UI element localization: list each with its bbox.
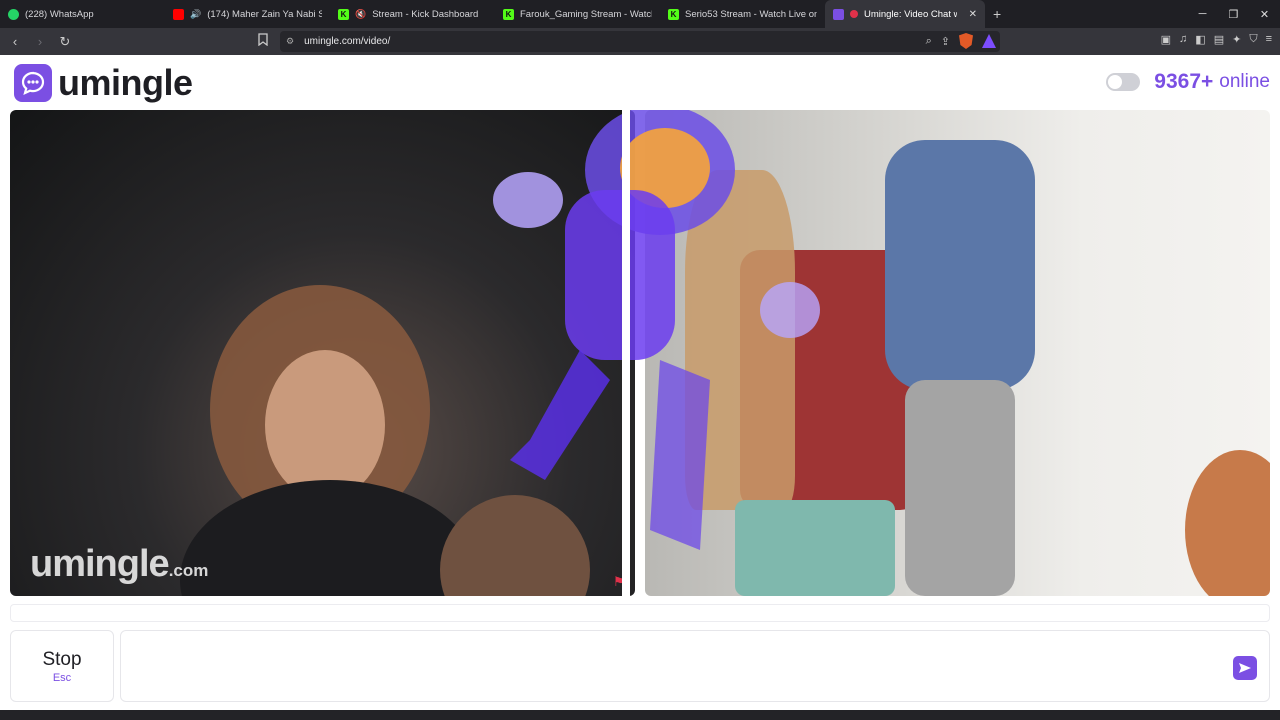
tab-umingle[interactable]: Umingle: Video Chat with Str ✕	[825, 0, 985, 28]
address-bar-actions: ⌕ ⇪	[926, 33, 996, 49]
tab-kick-dashboard[interactable]: K 🔇 Stream - Kick Dashboard	[330, 0, 495, 28]
person-face	[265, 350, 385, 500]
chat-message-input[interactable]	[120, 630, 1270, 702]
vpn-icon[interactable]: ⛉	[1249, 33, 1257, 46]
chair-shape	[1185, 450, 1270, 596]
url-text: umingle.com/video/	[304, 36, 391, 47]
tab-title: Umingle: Video Chat with Str	[864, 8, 957, 20]
site-header: umingle 9367+ online	[0, 55, 1280, 109]
address-bar[interactable]: ⚙ umingle.com/video/ ⌕ ⇪	[280, 31, 1000, 52]
person-body	[180, 480, 480, 596]
person-legs	[905, 380, 1015, 596]
close-window-icon[interactable]: ✕	[1249, 0, 1280, 28]
stop-label: Stop	[42, 648, 82, 670]
stranger-video: umingle.com ⚑	[10, 110, 635, 596]
site-info-icon[interactable]: ⚙	[286, 36, 294, 47]
brave-shield-icon[interactable]	[959, 33, 973, 49]
send-icon	[1239, 663, 1251, 673]
tab-search-icon[interactable]: ▣	[1161, 33, 1171, 46]
media-icon[interactable]: ♫	[1179, 33, 1187, 46]
restore-icon[interactable]: ❐	[1218, 0, 1249, 28]
tab-youtube[interactable]: 🔊 (174) Maher Zain Ya Nabi Salam	[165, 0, 330, 28]
kick-icon: K	[503, 8, 514, 20]
mute-icon[interactable]: 🔇	[355, 9, 366, 20]
lamp-shape	[685, 170, 795, 510]
reload-button[interactable]: ↻	[55, 32, 75, 52]
umingle-watermark: umingle.com	[30, 543, 209, 585]
logo-text: umingle	[58, 62, 193, 103]
menu-icon[interactable]: ≡	[1266, 33, 1272, 46]
report-flag-icon[interactable]: ⚑	[613, 574, 627, 589]
tab-title: Stream - Kick Dashboard	[372, 8, 479, 20]
leo-ai-icon[interactable]: ✦	[1232, 33, 1241, 46]
online-count: 9367+	[1154, 70, 1214, 93]
speaker-icon[interactable]: 🔊	[190, 9, 201, 20]
sidebar-icon[interactable]: ◧	[1195, 33, 1205, 46]
zoom-icon[interactable]: ⌕	[926, 35, 932, 48]
person-silhouette	[440, 495, 590, 596]
close-tab-icon[interactable]: ✕	[969, 9, 977, 20]
umingle-icon	[833, 8, 844, 20]
tab-serio53[interactable]: K Serio53 Stream - Watch Live on Kick	[660, 0, 825, 28]
online-label: online	[1219, 71, 1270, 92]
kick-icon: K	[338, 8, 349, 20]
tab-title: Serio53 Stream - Watch Live on Kick	[685, 8, 817, 20]
youtube-icon	[173, 8, 184, 20]
new-tab-button[interactable]: +	[985, 6, 1009, 22]
window-controls: ─ ❐ ✕	[1187, 0, 1280, 28]
brave-rewards-icon[interactable]	[982, 34, 996, 48]
dark-mode-toggle[interactable]	[1106, 73, 1141, 91]
bookmark-icon[interactable]	[258, 33, 272, 49]
browser-toolbar: ‹ › ↻ ⚙ umingle.com/video/ ⌕ ⇪ ▣ ♫ ◧ ▤ ✦…	[0, 28, 1280, 55]
forward-button[interactable]: ›	[30, 32, 50, 52]
chat-status-strip	[10, 604, 1270, 622]
browser-extension-buttons: ▣ ♫ ◧ ▤ ✦ ⛉ ≡	[1161, 33, 1272, 46]
stop-button[interactable]: Stop Esc	[10, 630, 114, 702]
self-video	[645, 110, 1270, 596]
recording-icon	[850, 10, 858, 18]
tab-farouk-gaming[interactable]: K Farouk_Gaming Stream - Watch Live	[495, 0, 660, 28]
tab-title: Farouk_Gaming Stream - Watch Live	[520, 8, 652, 20]
back-button[interactable]: ‹	[5, 32, 25, 52]
person-torso	[885, 140, 1035, 390]
tab-title: (228) WhatsApp	[25, 8, 94, 20]
bed-shape	[735, 500, 895, 596]
stop-shortcut-key: Esc	[52, 671, 72, 684]
wallet-icon[interactable]: ▤	[1214, 33, 1224, 46]
whatsapp-icon	[8, 8, 19, 20]
send-button[interactable]	[1233, 656, 1257, 680]
site-logo[interactable]: umingle	[14, 62, 193, 104]
tab-title: (174) Maher Zain Ya Nabi Salam	[207, 8, 322, 20]
browser-tab-strip: (228) WhatsApp 🔊 (174) Maher Zain Ya Nab…	[0, 0, 1280, 28]
chat-bubble-icon	[14, 64, 52, 102]
kick-icon: K	[668, 8, 679, 20]
share-icon[interactable]: ⇪	[941, 35, 950, 48]
tab-whatsapp[interactable]: (228) WhatsApp	[0, 0, 165, 28]
minimize-icon[interactable]: ─	[1187, 0, 1218, 28]
taskbar-strip	[0, 710, 1280, 720]
online-status: 9367+ online	[1106, 70, 1270, 94]
